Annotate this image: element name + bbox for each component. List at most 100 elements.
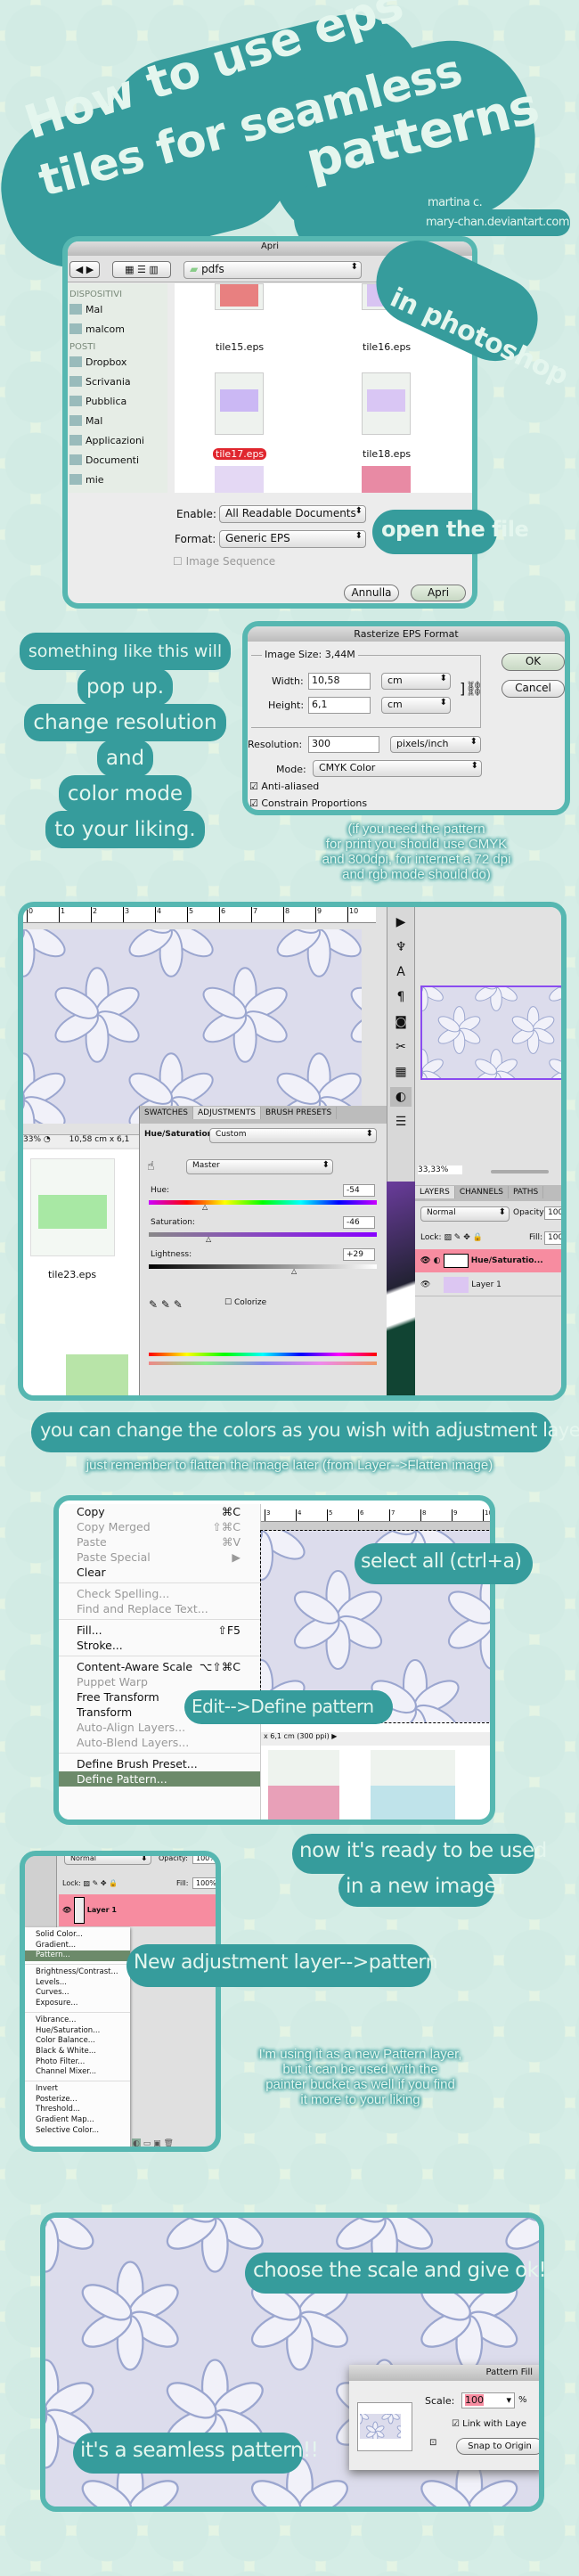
sidebar[interactable]: DISPOSITIVI Mal malcom POSTI Dropbox Scrivani… [68, 283, 167, 493]
lightness-input[interactable]: +29 [343, 1248, 375, 1261]
menu-item[interactable]: Photo Filter... [25, 2057, 130, 2068]
menu-item[interactable]: Gradient... [25, 1941, 130, 1951]
menu-item[interactable]: Fill... ⇧F5 [59, 1623, 260, 1638]
sidebar-item[interactable]: Pubblica [69, 391, 166, 411]
preset-select[interactable]: Custom [209, 1128, 377, 1143]
saturation-input[interactable]: -46 [343, 1216, 375, 1229]
properties-icon[interactable]: ☰ [390, 1112, 412, 1132]
sidebar-item[interactable]: malcom [69, 319, 166, 339]
hue-slider[interactable] [149, 1200, 377, 1205]
menu-item[interactable]: Content-Aware Scale ⌥⇧⌘C [59, 1659, 260, 1674]
menu-item[interactable]: Posterize... [25, 2095, 130, 2106]
sidebar-item[interactable]: Scrivania [69, 372, 166, 391]
width-input[interactable]: 10,58 [308, 673, 371, 690]
menu-item[interactable]: Define Pattern... [59, 1771, 260, 1787]
height-unit-select[interactable]: cm [381, 697, 451, 714]
mask-icon[interactable]: ◙ [390, 1012, 412, 1032]
fill-input[interactable]: 100% [544, 1231, 561, 1245]
menu-item[interactable]: Gradient Map... [25, 2115, 130, 2126]
menu-item[interactable]: Black & White... [25, 2047, 130, 2057]
hue-slider-thumb[interactable]: △ [202, 1203, 208, 1211]
open-button[interactable]: Apri [411, 585, 466, 601]
new-group-icon[interactable]: ▭ [143, 2139, 151, 2147]
folder-popup[interactable]: ▰ pdfs [183, 261, 362, 279]
resolution-input[interactable]: 300 [308, 736, 379, 753]
scale-dropdown-icon[interactable]: ▾ [506, 2394, 511, 2406]
new-adjustment-layer-icon[interactable]: ◐ [132, 2138, 141, 2147]
opacity-input[interactable]: 100% [192, 1856, 216, 1864]
fill-input[interactable]: 100% [192, 1877, 216, 1889]
menu-item[interactable]: Selective Color... [25, 2126, 130, 2137]
sidebar-item[interactable]: Mal [69, 411, 166, 430]
height-input[interactable]: 6,1 [308, 697, 371, 714]
lock-icons[interactable]: ▨ ✎ ✥ 🔒 [444, 1233, 482, 1242]
menu-item[interactable]: Copy ⌘C [59, 1504, 260, 1519]
file-name[interactable]: tile16.eps [360, 341, 413, 353]
visibility-eye-icon[interactable]: 👁 [62, 1906, 71, 1914]
image-sequence-checkbox[interactable]: ☐ Image Sequence [173, 555, 275, 568]
sidebar-item[interactable]: Applicazioni [69, 430, 166, 450]
lightness-slider[interactable] [149, 1264, 377, 1269]
panel-tab[interactable]: PATHS [509, 1186, 544, 1198]
swatches-icon[interactable]: ▦ [390, 1062, 412, 1082]
trash-icon[interactable]: 🗑 [164, 2139, 174, 2147]
navigator-zoom[interactable]: 33,33% [418, 1165, 462, 1174]
layer-row-hue-saturation[interactable]: 👁 ◐ Hue/Saturatio... [415, 1249, 561, 1272]
menu-item[interactable]: Invert [25, 2084, 130, 2095]
snap-to-origin-button[interactable]: Snap to Origin [456, 2438, 539, 2455]
width-unit-select[interactable]: cm [381, 673, 451, 690]
new-preset-icon[interactable]: ⊡ [429, 2438, 436, 2448]
targeted-adjustment-icon[interactable]: ☝ [147, 1159, 155, 1174]
eps-file-icon[interactable] [362, 372, 411, 435]
navigator-zoom-slider[interactable] [491, 1170, 549, 1174]
menu-item[interactable]: Paste ⌘V [59, 1534, 260, 1550]
layer-row-layer-1[interactable]: 👁 Layer 1 [59, 1894, 216, 1926]
format-select[interactable]: Generic EPS [219, 530, 366, 548]
menu-item[interactable]: Clear [59, 1565, 260, 1580]
menu-item[interactable]: Paste Special ▶ [59, 1550, 260, 1565]
panel-tab[interactable]: ADJUSTMENTS [193, 1107, 261, 1119]
puppet-icon[interactable]: ♆ [390, 937, 412, 957]
menu-item[interactable]: Auto-Blend Layers... [59, 1735, 260, 1750]
blend-mode-select[interactable]: Normal [420, 1206, 510, 1222]
new-layer-icon[interactable]: ▣ [153, 2139, 161, 2147]
visibility-eye-icon[interactable]: 👁 [420, 1280, 430, 1289]
paragraph-icon[interactable]: ¶ [390, 987, 412, 1007]
resolution-unit-select[interactable]: pixels/inch [390, 736, 481, 753]
scale-input[interactable]: 100 ▾ [461, 2392, 515, 2408]
menu-item[interactable]: Channel Mixer... [25, 2067, 130, 2078]
menu-item[interactable]: Puppet Warp [59, 1674, 260, 1689]
character-icon[interactable]: A [390, 962, 412, 982]
tools-icon[interactable]: ✂ [390, 1037, 412, 1057]
menu-item[interactable]: Color Balance... [25, 2036, 130, 2047]
colorize-checkbox[interactable]: ☐ Colorize [224, 1298, 266, 1307]
enable-select[interactable]: All Readable Documents [219, 505, 366, 523]
mode-select[interactable]: CMYK Color [313, 760, 482, 777]
menu-item[interactable]: Check Spelling... [59, 1586, 260, 1601]
pattern-preview-picker[interactable] [320, 2385, 446, 2460]
sidebar-item[interactable]: Dropbox [69, 352, 166, 372]
link-with-layer-checkbox[interactable]: ☑ Link with Laye [452, 2419, 526, 2429]
visibility-eye-icon[interactable]: 👁 [420, 1256, 430, 1265]
opacity-input[interactable]: 100% [544, 1206, 561, 1220]
menu-item[interactable]: Solid Color... [25, 1930, 130, 1941]
eps-file-icon[interactable] [215, 372, 264, 435]
back-forward-button[interactable]: ◀ ▶ [69, 261, 100, 278]
view-mode-buttons[interactable]: ▦ ☰ ▥ [112, 261, 171, 278]
menu-item[interactable]: Threshold... [25, 2105, 130, 2115]
menu-item[interactable]: Brightness/Contrast... [25, 1967, 130, 1978]
layer-row-layer-1[interactable]: 👁 Layer 1 [415, 1273, 561, 1296]
sidebar-item[interactable]: Documenti [69, 450, 166, 470]
play-icon[interactable]: ▶ [390, 912, 412, 932]
menu-item[interactable]: Copy Merged ⇧⌘C [59, 1519, 260, 1534]
channel-select[interactable]: Master [186, 1159, 333, 1174]
status-menu-icon[interactable]: ◔ [44, 1135, 51, 1144]
adjustments-icon[interactable]: ◐ [390, 1087, 412, 1107]
menu-item[interactable]: Stroke... [59, 1638, 260, 1653]
file-name[interactable]: tile15.eps [213, 341, 266, 353]
ok-button[interactable]: OK [502, 653, 565, 671]
cancel-button[interactable]: Annulla [344, 585, 399, 601]
file-name[interactable]: tile18.eps [360, 448, 413, 460]
panel-tab[interactable]: BRUSH PRESETS [261, 1107, 338, 1119]
file-name[interactable]: tile17.eps [213, 448, 267, 460]
